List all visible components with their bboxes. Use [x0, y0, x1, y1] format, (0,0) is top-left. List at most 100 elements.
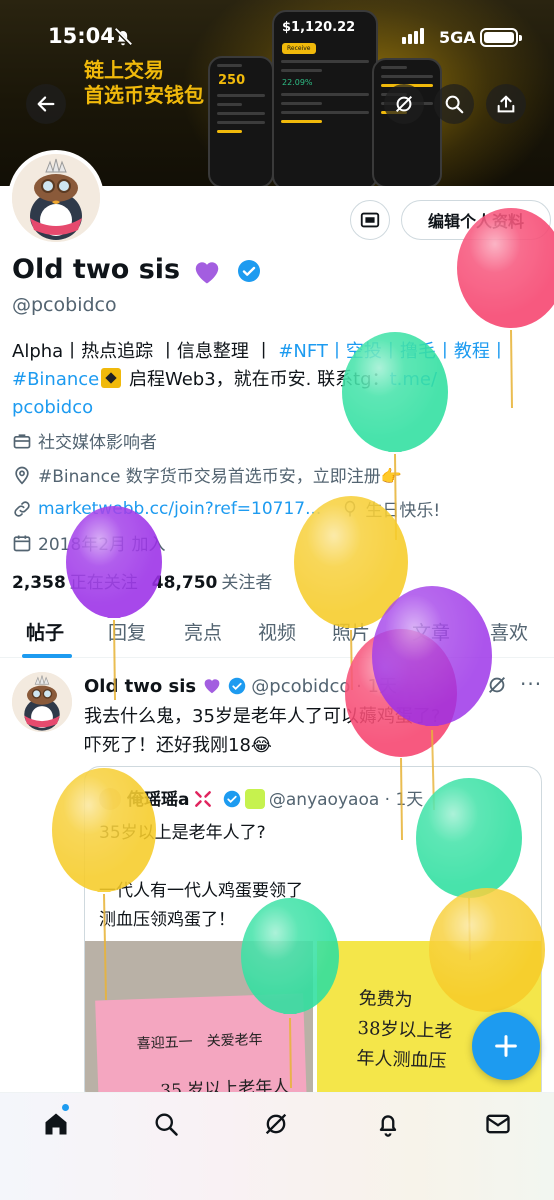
grok-button[interactable] — [384, 84, 424, 124]
more-icon[interactable]: ··· — [520, 672, 542, 696]
pink-sign: 喜迎五一 关爱老年 35 岁以上老年人 — [95, 993, 307, 1105]
tab-photos[interactable]: 照片 — [332, 618, 370, 645]
banner-phone-left: 250 — [208, 56, 274, 186]
banner-slogan-line1: 链上交易 — [84, 58, 164, 82]
profile-handle: @pcobidco — [12, 294, 117, 316]
profile-website-link[interactable]: marketwebb.cc/join?ref=10717... — [38, 499, 321, 519]
tab-posts[interactable]: 帖子 — [26, 618, 64, 645]
plus-icon — [495, 1035, 517, 1057]
followers-link[interactable]: 48,750 关注者 — [152, 573, 273, 593]
profile-tabs: 帖子 回复 亮点 视频 照片 文章 喜欢 — [0, 606, 554, 658]
phone-line — [281, 111, 369, 114]
tweet-header: Old two sis @pcobidco · 1天 — [84, 672, 397, 698]
bottom-navigation — [0, 1092, 554, 1200]
tweet-text: 我去什么鬼，35岁是老年人了可以薅鸡蛋了? 吓死了！还好我刚18😂 — [84, 702, 524, 760]
share-button[interactable] — [486, 84, 526, 124]
mail-icon — [486, 1114, 510, 1134]
quote-author-name: 俺瑶瑶a — [127, 790, 190, 810]
signal-strength-icon — [402, 28, 424, 44]
display-name: Old two sis — [12, 254, 261, 285]
phone-line — [217, 121, 265, 124]
display-name-text: Old two sis — [12, 254, 181, 285]
profile-avatar[interactable] — [8, 150, 104, 246]
following-link[interactable]: 2,358 正在关注 — [12, 573, 138, 593]
calendar-icon — [13, 535, 31, 551]
affiliate-badge-icon — [244, 789, 265, 809]
tweet-text-line2: 吓死了！还好我刚18😂 — [84, 735, 272, 756]
phone-line — [217, 130, 242, 133]
compose-post-button[interactable] — [472, 1012, 540, 1080]
share-icon — [497, 95, 515, 113]
status-bar-time: 15:04 — [48, 24, 115, 48]
active-tab-indicator — [22, 654, 72, 658]
balloon-icon — [345, 500, 356, 516]
quote-avatar — [99, 788, 121, 810]
quote-image-left[interactable]: 喜迎五一 关爱老年 35 岁以上老年人 — [85, 941, 313, 1105]
tweet-author-name[interactable]: Old two sis — [84, 676, 196, 697]
following-count: 2,358 — [12, 573, 66, 593]
phone-line — [217, 94, 265, 97]
grok-icon — [265, 1113, 287, 1135]
search-button[interactable] — [434, 84, 474, 124]
verified-badge-icon — [228, 677, 245, 695]
banner-phone-center: $1,120.22 Receive 22.09% — [272, 10, 378, 186]
followers-label: 关注者 — [221, 573, 273, 593]
grok-icon — [489, 677, 505, 693]
phone-line — [281, 60, 369, 63]
home-icon — [45, 1113, 67, 1135]
telegram-link[interactable]: t.me/ — [390, 369, 437, 390]
telegram-link-cont[interactable]: pcobidco — [12, 397, 93, 418]
nav-home[interactable] — [42, 1110, 70, 1142]
phone-points: 250 — [218, 73, 246, 88]
tweet-avatar[interactable] — [12, 672, 72, 732]
search-icon — [155, 1113, 178, 1136]
tab-videos[interactable]: 视频 — [258, 618, 296, 645]
phone-line — [217, 64, 242, 67]
tab-likes[interactable]: 喜欢 — [490, 618, 528, 645]
penguin-avatar-image — [12, 672, 72, 732]
nav-grok[interactable] — [262, 1110, 290, 1142]
profile-joined: 2018年2月 加入 — [38, 535, 166, 555]
tab-replies[interactable]: 回复 — [108, 618, 146, 645]
tab-highlights[interactable]: 亮点 — [184, 618, 222, 645]
tab-articles[interactable]: 文章 — [412, 618, 450, 645]
verified-badge-icon — [223, 790, 241, 808]
followers-count: 48,750 — [151, 573, 218, 593]
notifications-bell-icon — [379, 1115, 397, 1137]
balloon-yellow-middle — [294, 496, 408, 691]
phone-line — [281, 120, 322, 123]
profile-bio: Alpha丨热点追踪 丨信息整理 丨 #NFT丨空投丨撸毛丨教程丨 #Binan… — [12, 338, 542, 422]
profile-category-row: 社交媒体影响者 — [12, 428, 157, 453]
network-type: 5GA — [439, 28, 476, 47]
search-icon — [445, 95, 464, 114]
nav-notifications[interactable] — [374, 1110, 402, 1142]
profile-joined-row: 2018年2月 加入 — [12, 530, 165, 555]
briefcase-icon — [13, 433, 31, 448]
hashtag-binance[interactable]: #Binance — [12, 369, 99, 390]
verified-badge-icon[interactable] — [237, 259, 261, 283]
profile-birthday: 生日快乐! — [365, 501, 441, 521]
message-icon — [360, 212, 380, 228]
message-button[interactable] — [350, 200, 390, 240]
phone-change: 22.09% — [282, 78, 313, 87]
bio-text-2: 丨空投丨撸毛丨教程丨 — [327, 341, 508, 362]
edit-profile-button[interactable]: 编辑个人资料 — [401, 200, 551, 240]
anger-emoji-icon — [195, 791, 212, 807]
hashtag-nft[interactable]: #NFT — [278, 341, 328, 362]
nav-search[interactable] — [152, 1110, 180, 1142]
phone-line — [381, 75, 433, 78]
banner-slogan-line2: 首选币安钱包 — [84, 83, 204, 107]
bio-text-3: 启程Web3，就在币安. 联系tg： — [123, 369, 390, 390]
follow-stats: 2,358 正在关注 48,750 关注者 — [12, 568, 272, 593]
phone-balance: $1,120.22 — [282, 20, 356, 35]
bell-off-icon — [112, 26, 134, 52]
grok-explain-button[interactable] — [486, 674, 508, 700]
battery-icon — [480, 28, 522, 47]
phone-line — [281, 69, 322, 72]
phone-line — [281, 93, 369, 96]
profile-location: #Binance 数字货币交易首选币安，立即注册👉 — [38, 467, 402, 487]
nav-messages[interactable] — [484, 1110, 512, 1142]
location-pin-icon — [15, 466, 29, 485]
back-button[interactable] — [26, 84, 66, 124]
profile-category: 社交媒体影响者 — [38, 433, 157, 453]
